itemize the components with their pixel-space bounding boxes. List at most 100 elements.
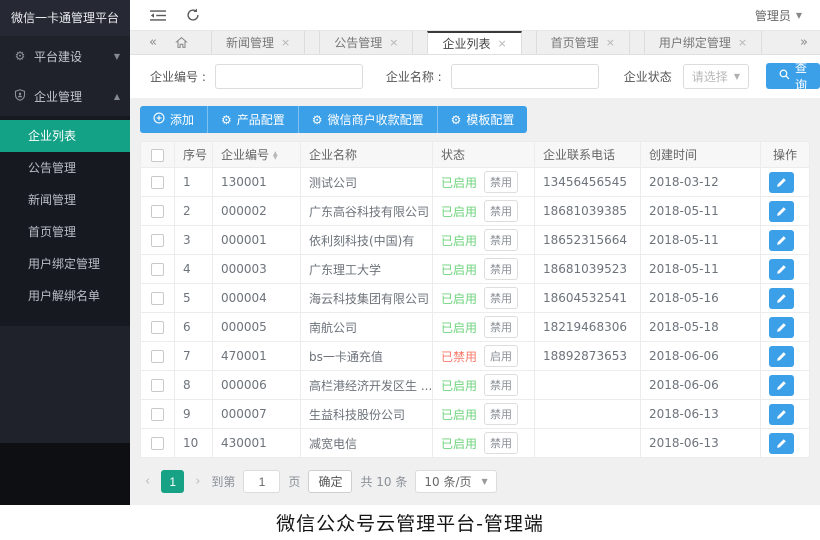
status-badge: 已启用 (441, 203, 477, 220)
row-checkbox[interactable] (151, 263, 164, 276)
sidebar-filler (0, 326, 130, 443)
product-config-button[interactable]: ⚙ 产品配置 (208, 106, 299, 133)
col-phone: 企业联系电话 (535, 142, 641, 168)
refresh-icon[interactable] (186, 8, 200, 22)
close-icon[interactable]: × (497, 37, 506, 50)
tab-homepage[interactable]: 首页管理 × (536, 31, 630, 54)
edit-button[interactable] (769, 317, 794, 338)
add-button[interactable]: 添加 (140, 106, 208, 133)
toggle-status-button[interactable]: 禁用 (484, 403, 518, 425)
admin-menu[interactable]: 管理员 ▼ (755, 7, 802, 24)
row-checkbox[interactable] (151, 408, 164, 421)
filter-bar: 企业编号 : 企业名称 : 企业状态 请选择 ▼ 查询 (130, 55, 820, 98)
close-icon[interactable]: × (389, 36, 398, 49)
admin-label: 管理员 (755, 7, 791, 24)
row-checkbox[interactable] (151, 205, 164, 218)
date-cell: 2018-05-11 (641, 197, 761, 226)
status-badge: 已启用 (441, 319, 477, 336)
enterprise-code-input[interactable] (215, 64, 363, 89)
toggle-status-button[interactable]: 禁用 (484, 171, 518, 193)
sidebar-item-news[interactable]: 新闻管理 (0, 184, 130, 216)
date-cell: 2018-05-16 (641, 284, 761, 313)
select-all-checkbox[interactable] (151, 149, 164, 162)
sidebar-item-homepage[interactable]: 首页管理 (0, 216, 130, 248)
date-cell: 2018-06-06 (641, 371, 761, 400)
seq-cell: 1 (175, 168, 213, 197)
toggle-status-button[interactable]: 启用 (484, 345, 518, 367)
enterprise-name-label: 企业名称 : (386, 68, 442, 85)
sidebar-item-enterprise-list[interactable]: 企业列表 (0, 120, 130, 152)
chevron-down-icon: ▼ (482, 477, 488, 486)
col-code[interactable]: 企业编号▲▼ (213, 142, 301, 168)
date-cell: 2018-06-13 (641, 400, 761, 429)
sidebar-item-platform[interactable]: ⚙ 平台建设 ▼ (0, 36, 130, 76)
edit-button[interactable] (769, 288, 794, 309)
search-button[interactable]: 查询 (766, 63, 820, 89)
enterprise-shield-icon (13, 89, 27, 104)
enterprise-name-input[interactable] (451, 64, 599, 89)
sidebar-item-user-unbind-list[interactable]: 用户解绑名单 (0, 280, 130, 312)
edit-button[interactable] (769, 230, 794, 251)
tab-announcement[interactable]: 公告管理 × (319, 31, 413, 54)
date-cell: 2018-06-06 (641, 342, 761, 371)
row-checkbox[interactable] (151, 379, 164, 392)
row-checkbox[interactable] (151, 176, 164, 189)
toggle-status-button[interactable]: 禁用 (484, 287, 518, 309)
name-cell: 测试公司 (301, 168, 433, 197)
next-page-icon[interactable]: › (192, 474, 203, 489)
toggle-status-button[interactable]: 禁用 (484, 316, 518, 338)
toggle-status-button[interactable]: 禁用 (484, 374, 518, 396)
table-row: 8 000006 高栏港经济开发区生 ... 已启用禁用 2018-06-06 (141, 371, 810, 400)
table-row: 3 000001 依利刻科技(中国)有 已启用禁用 18652315664 20… (141, 226, 810, 255)
toggle-status-button[interactable]: 禁用 (484, 258, 518, 280)
edit-button[interactable] (769, 433, 794, 454)
enterprise-submenu: 企业列表 公告管理 新闻管理 首页管理 用户绑定管理 用户解绑名单 (0, 116, 130, 326)
tabs-scroll-right-icon[interactable]: » (788, 31, 820, 54)
close-icon[interactable]: × (281, 36, 290, 49)
edit-button[interactable] (769, 375, 794, 396)
page-size-select[interactable]: 10 条/页 ▼ (415, 470, 496, 493)
prev-page-icon[interactable]: ‹ (142, 474, 153, 489)
sidebar-item-enterprise[interactable]: 企业管理 ▲ (0, 76, 130, 116)
code-cell: 000003 (213, 255, 301, 284)
tab-label: 用户绑定管理 (659, 34, 731, 51)
row-checkbox[interactable] (151, 437, 164, 450)
tab-enterprise-list[interactable]: 企业列表 × (427, 31, 521, 54)
tab-news[interactable]: 新闻管理 × (211, 31, 305, 54)
goto-page-input[interactable] (243, 470, 280, 493)
date-cell: 2018-05-18 (641, 313, 761, 342)
row-checkbox[interactable] (151, 234, 164, 247)
row-checkbox[interactable] (151, 292, 164, 305)
template-config-button[interactable]: ⚙ 模板配置 (438, 106, 528, 133)
wechat-pay-config-button[interactable]: ⚙ 微信商户收款配置 (299, 106, 438, 133)
name-cell: 减宽电信 (301, 429, 433, 458)
row-checkbox[interactable] (151, 350, 164, 363)
sidebar-item-user-binding[interactable]: 用户绑定管理 (0, 248, 130, 280)
toggle-status-button[interactable]: 禁用 (484, 432, 518, 454)
row-checkbox[interactable] (151, 321, 164, 334)
status-select[interactable]: 请选择 ▼ (683, 64, 749, 89)
close-icon[interactable]: × (738, 36, 747, 49)
edit-button[interactable] (769, 201, 794, 222)
chevron-down-icon: ▼ (114, 52, 120, 61)
sidebar-item-announcement[interactable]: 公告管理 (0, 152, 130, 184)
table-header-row: 序号 企业编号▲▼ 企业名称 状态 企业联系电话 创建时间 操作 (141, 142, 810, 168)
toggle-status-button[interactable]: 禁用 (484, 200, 518, 222)
edit-button[interactable] (769, 346, 794, 367)
tabs-scroll-left-icon[interactable]: « (140, 31, 166, 54)
edit-button[interactable] (769, 172, 794, 193)
sort-icon[interactable]: ▲▼ (273, 152, 278, 159)
page-size-value: 10 条/页 (424, 473, 471, 490)
col-created: 创建时间 (641, 142, 761, 168)
home-icon[interactable] (166, 31, 197, 54)
close-icon[interactable]: × (606, 36, 615, 49)
table-row: 6 000005 南航公司 已启用禁用 18219468306 2018-05-… (141, 313, 810, 342)
tab-user-binding[interactable]: 用户绑定管理 × (644, 31, 762, 54)
edit-button[interactable] (769, 404, 794, 425)
toggle-status-button[interactable]: 禁用 (484, 229, 518, 251)
edit-button[interactable] (769, 259, 794, 280)
page-1-button[interactable]: 1 (161, 470, 184, 493)
goto-confirm-button[interactable]: 确定 (308, 470, 352, 493)
sidebar-fold-icon[interactable] (150, 9, 166, 22)
add-button-label: 添加 (170, 111, 194, 128)
